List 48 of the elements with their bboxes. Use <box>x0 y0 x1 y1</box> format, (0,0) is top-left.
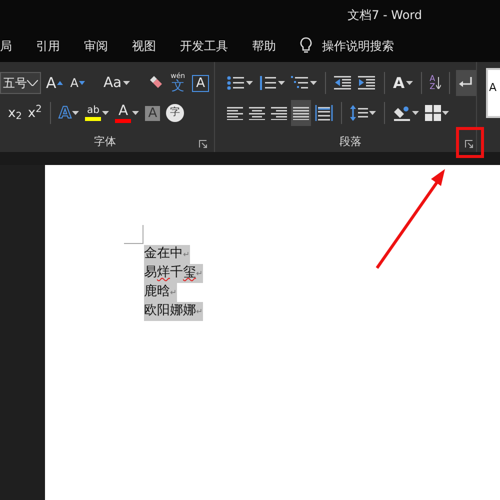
group-label: 字体 <box>94 134 116 150</box>
justify-icon <box>293 106 309 120</box>
paint-bucket-icon <box>393 105 411 121</box>
tell-me-field[interactable]: 操作说明搜索 <box>320 36 430 56</box>
highlight-button[interactable]: ab <box>83 100 112 126</box>
return-arrow-icon <box>458 76 474 90</box>
ribbon-tab[interactable]: 局 <box>0 37 12 55</box>
change-case-button[interactable]: Aa <box>101 70 132 96</box>
align-center-icon <box>249 106 265 120</box>
down-caret-icon <box>79 81 86 85</box>
launcher-icon <box>465 140 473 148</box>
justify-button[interactable] <box>291 100 311 126</box>
launcher-icon <box>199 140 207 148</box>
style-gallery[interactable]: A <box>486 68 500 118</box>
grid-icon <box>425 105 441 121</box>
subscript-button[interactable]: x$_{2}$ <box>6 100 24 126</box>
ribbon-tab[interactable]: 开发工具 <box>180 37 228 55</box>
window-title: 文档7 - Word <box>348 7 422 24</box>
shrink-font-button[interactable]: A <box>68 70 88 96</box>
align-left-icon <box>227 106 243 120</box>
ribbon-tab[interactable]: 视图 <box>132 37 156 55</box>
distributed-icon <box>315 105 333 121</box>
line-spacing-icon <box>350 105 368 121</box>
bullet-list-icon <box>227 75 245 91</box>
down-arrow-icon <box>436 77 441 89</box>
character-shading-button[interactable]: A <box>143 100 162 126</box>
superscript-button[interactable]: x$^{2}$ <box>26 100 44 126</box>
group-label: 段落 <box>340 134 362 150</box>
asian-layout-button[interactable]: A <box>391 70 415 96</box>
chevron-down-icon <box>27 80 38 86</box>
show-marks-button[interactable] <box>456 70 476 96</box>
sort-button[interactable]: AZ <box>428 70 443 96</box>
grow-font-button[interactable]: A <box>44 70 66 96</box>
up-caret-icon <box>57 81 64 85</box>
eraser-icon <box>148 75 164 91</box>
align-right-icon <box>271 106 287 120</box>
margin-mark <box>124 225 144 244</box>
decrease-indent-icon <box>334 75 352 91</box>
lightbulb-icon <box>300 37 312 55</box>
text-effect-button[interactable]: A <box>56 100 82 126</box>
ribbon-tab[interactable]: 审阅 <box>84 37 108 55</box>
ribbon-tab[interactable]: 帮助 <box>252 37 276 55</box>
increase-indent-icon <box>358 75 376 91</box>
numbered-list-icon <box>259 75 277 91</box>
multilevel-list-icon <box>291 75 309 91</box>
font-color-button[interactable]: A <box>113 100 142 126</box>
font-size-dropdown[interactable]: 五号 <box>0 72 41 94</box>
ribbon-tab[interactable]: 引用 <box>36 37 60 55</box>
